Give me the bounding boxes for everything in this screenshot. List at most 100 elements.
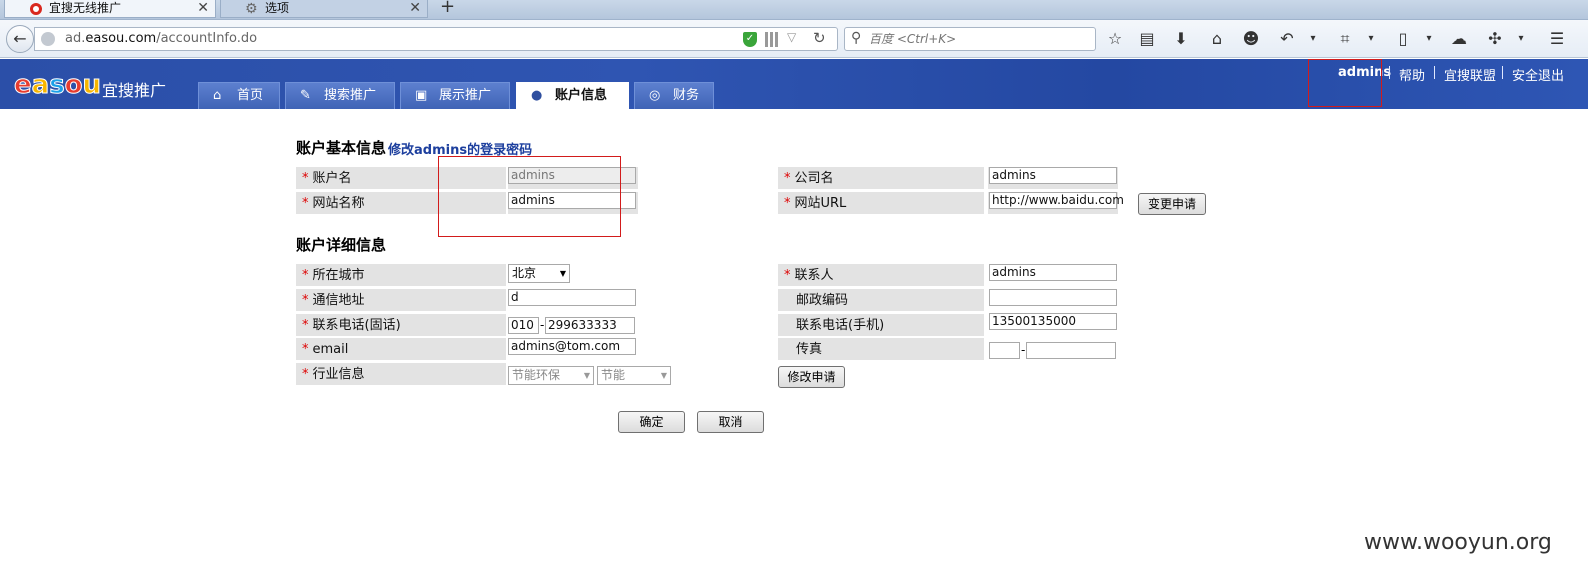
undo-icon[interactable]: ↶ — [1276, 28, 1298, 50]
browser-tab-label: 选项 — [265, 1, 290, 15]
reload-icon[interactable]: ↻ — [813, 29, 826, 47]
user-icon: ● — [531, 88, 543, 103]
tab-search-promotion[interactable]: ✎ 搜索推广 — [285, 82, 395, 109]
chevron-down-icon: ▼ — [660, 371, 667, 380]
extension-icon[interactable]: ✣ — [1484, 28, 1506, 50]
tab-label: 账户信息 — [555, 88, 608, 103]
industry-label: * 行业信息 — [296, 363, 506, 385]
company-field[interactable]: admins — [989, 167, 1117, 184]
device-icon[interactable]: ▯ — [1392, 28, 1414, 50]
image-icon: ▣ — [415, 88, 428, 103]
url-text[interactable]: ad.easou.com/accountInfo.do — [65, 31, 257, 46]
browser-tab-label: 宜搜无线推广 — [49, 1, 122, 15]
watermark-text: www.wooyun.org — [1364, 530, 1552, 555]
email-field[interactable]: admins@tom.com — [508, 338, 636, 355]
home-icon[interactable]: ⌂ — [1206, 28, 1228, 50]
ok-button[interactable]: 确定 — [618, 411, 685, 433]
search-bar[interactable]: ⚲ — [844, 27, 1096, 51]
logo-letter: s — [49, 70, 66, 100]
new-tab-icon[interactable]: + — [440, 0, 455, 17]
reading-list-icon[interactable]: ▤ — [1136, 28, 1158, 50]
chevron-down-icon[interactable]: ▾ — [1510, 28, 1532, 50]
zip-label: 邮政编码 — [778, 289, 984, 311]
detail-info-title: 账户详细信息 — [296, 236, 387, 254]
back-arrow-icon[interactable]: ← — [6, 25, 34, 53]
speech-bubble-icon[interactable]: ☁ — [1448, 28, 1470, 50]
logo-letter: a — [31, 70, 50, 100]
download-icon[interactable]: ⬇ — [1170, 28, 1192, 50]
menu-icon[interactable]: ☰ — [1546, 28, 1568, 50]
search-icon: ⚲ — [851, 30, 862, 46]
zip-field[interactable] — [989, 289, 1117, 306]
industry-sub-select[interactable]: 节能 ▼ — [597, 366, 671, 385]
browser-tab-active[interactable]: 宜搜无线推广 ✕ — [4, 0, 216, 18]
site-url-label: * 网站URL — [778, 192, 984, 214]
company-label: * 公司名 — [778, 167, 984, 189]
mobile-label: 联系电话(手机) — [778, 314, 984, 336]
contact-label: * 联系人 — [778, 264, 984, 286]
city-select[interactable]: 北京 ▼ — [508, 264, 570, 283]
tab-close-icon[interactable]: ✕ — [197, 0, 209, 21]
divider — [1389, 66, 1390, 79]
dropdown-arrow-icon[interactable]: ▽ — [787, 30, 796, 44]
fax-label: 传真 — [778, 338, 984, 360]
phone-area-field[interactable]: 010 — [508, 317, 539, 334]
phone-number-field[interactable]: 299633333 — [545, 317, 635, 334]
chevron-down-icon: ▼ — [583, 371, 590, 380]
gear-icon: ⚙ — [245, 1, 258, 17]
tab-label: 首页 — [237, 88, 264, 103]
chevron-down-icon[interactable]: ▾ — [1360, 28, 1382, 50]
address-field[interactable]: d — [508, 289, 636, 306]
industry-main-select[interactable]: 节能环保 ▼ — [508, 366, 594, 385]
chevron-down-icon: ▼ — [559, 269, 566, 278]
divider — [1434, 66, 1435, 79]
modify-request-button[interactable]: 修改申请 — [778, 366, 845, 388]
highlight-box — [438, 156, 621, 237]
easou-favicon-icon — [30, 3, 42, 15]
tab-close-icon[interactable]: ✕ — [409, 0, 421, 21]
tab-label: 财务 — [673, 88, 700, 103]
chat-icon[interactable]: ☻ — [1240, 28, 1262, 50]
mobile-field[interactable]: 13500135000 — [989, 313, 1117, 330]
dash: - — [540, 318, 545, 332]
fax-number-field[interactable] — [1026, 342, 1116, 359]
tab-home[interactable]: ⌂ 首页 — [198, 82, 280, 109]
address-label: * 通信地址 — [296, 289, 506, 311]
site-url-field[interactable]: http://www.baidu.com — [989, 192, 1124, 209]
phone-label: * 联系电话(固话) — [296, 314, 506, 336]
logo-letter: u — [82, 70, 102, 100]
logout-link[interactable]: 安全退出 — [1512, 65, 1564, 84]
coins-icon: ◎ — [649, 88, 661, 103]
crop-icon[interactable]: ⌗ — [1334, 28, 1356, 50]
logo-letter: e — [14, 70, 33, 100]
highlight-box — [1308, 59, 1382, 107]
city-label: * 所在城市 — [296, 264, 506, 286]
globe-icon — [41, 32, 55, 46]
edit-icon: ✎ — [300, 88, 311, 103]
chevron-down-icon[interactable]: ▾ — [1418, 28, 1440, 50]
address-bar[interactable]: ad.easou.com/accountInfo.do ✓ ▽ ↻ — [34, 27, 838, 51]
tab-display-promotion[interactable]: ▣ 展示推广 — [400, 82, 510, 109]
browser-toolbar: ← ad.easou.com/accountInfo.do ✓ ▽ ↻ ⚲ ☆ … — [0, 20, 1588, 58]
divider — [1502, 66, 1503, 79]
cancel-button[interactable]: 取消 — [697, 411, 764, 433]
union-link[interactable]: 宜搜联盟 — [1444, 65, 1496, 84]
fax-area-field[interactable] — [989, 342, 1020, 359]
easou-logo[interactable]: easou — [14, 70, 102, 101]
chevron-down-icon[interactable]: ▾ — [1302, 28, 1324, 50]
search-input[interactable] — [869, 30, 1089, 48]
security-shield-icon[interactable]: ✓ — [743, 32, 757, 47]
tab-label: 展示推广 — [439, 88, 492, 103]
logo-text: 宜搜推广 — [102, 81, 167, 100]
contact-field[interactable]: admins — [989, 264, 1117, 281]
browser-tab-options[interactable]: ⚙ 选项 ✕ — [220, 0, 428, 18]
qr-code-icon[interactable] — [765, 32, 780, 47]
tab-finance[interactable]: ◎ 财务 — [634, 82, 714, 109]
bookmark-star-icon[interactable]: ☆ — [1104, 28, 1126, 50]
logo-letter: o — [64, 70, 83, 100]
browser-tab-strip: 宜搜无线推广 ✕ ⚙ 选项 ✕ + — [0, 0, 1588, 20]
tab-label: 搜索推广 — [324, 88, 377, 103]
change-request-button[interactable]: 变更申请 — [1138, 193, 1206, 215]
help-link[interactable]: 帮助 — [1399, 65, 1425, 84]
tab-account-info[interactable]: ● 账户信息 — [516, 82, 629, 109]
